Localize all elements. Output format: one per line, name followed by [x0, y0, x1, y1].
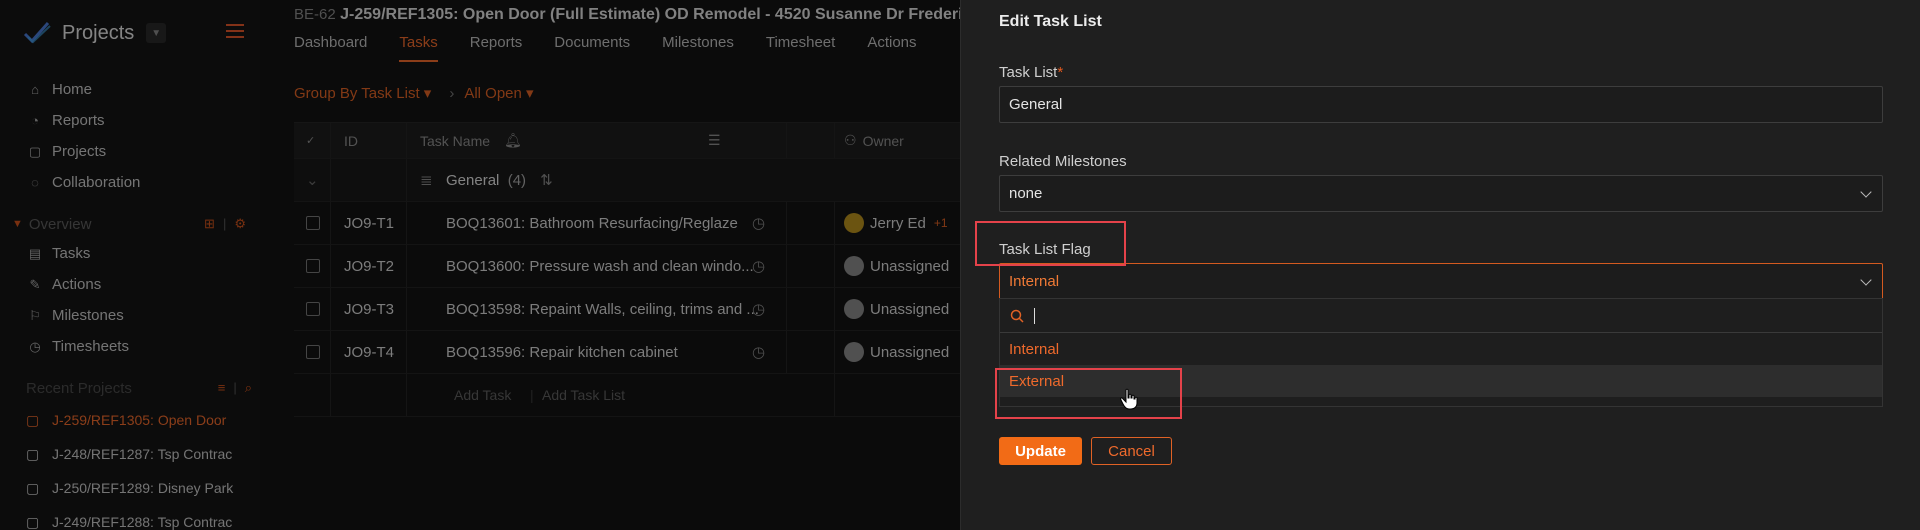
option-internal[interactable]: Internal [1000, 333, 1882, 365]
modal-backdrop[interactable] [0, 0, 960, 530]
task-list-input[interactable]: General [999, 86, 1883, 123]
search-icon [1010, 309, 1024, 323]
select-value: Internal [1009, 273, 1060, 290]
required-mark: * [1057, 64, 1064, 81]
app-root: Projects ▼ ⌂ Home ◔ Reports ▢ Projects ◌ Col… [0, 0, 1920, 530]
dropdown-search-input[interactable] [1000, 299, 1882, 333]
task-list-flag-label: Task List Flag [999, 241, 1091, 258]
select-value: none [1009, 185, 1043, 202]
task-list-label: Task List* [999, 64, 1063, 81]
panel-title: Edit Task List [999, 13, 1102, 30]
related-milestones-label: Related Milestones [999, 153, 1127, 170]
text-caret [1034, 307, 1035, 324]
edit-task-list-panel: Edit Task List Task List* General Relate… [960, 0, 1920, 530]
hand-cursor-icon [1120, 388, 1138, 410]
chevron-down-icon [1860, 186, 1872, 198]
related-milestones-select[interactable]: none [999, 175, 1883, 212]
update-button[interactable]: Update [999, 437, 1082, 465]
label-text: Task List [999, 64, 1058, 81]
cancel-button[interactable]: Cancel [1091, 437, 1172, 465]
chevron-down-icon [1860, 274, 1872, 286]
task-list-flag-select[interactable]: Internal [999, 263, 1883, 300]
